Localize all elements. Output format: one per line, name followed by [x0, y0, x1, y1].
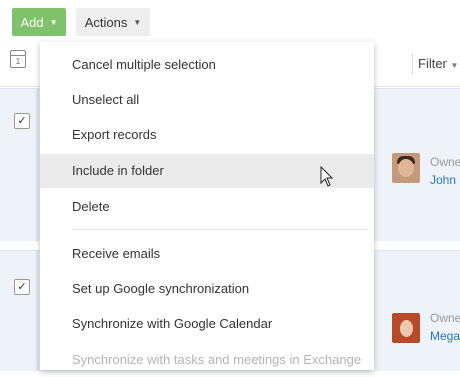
chevron-down-icon: ▼ — [133, 17, 142, 27]
mouse-pointer-icon — [320, 166, 334, 187]
owner-label: Owne — [430, 311, 460, 325]
menu-item-sync-exchange: Synchronize with tasks and meetings in E… — [72, 352, 362, 367]
row-checkbox[interactable]: ✓ — [14, 113, 30, 129]
menu-item-unselect-all[interactable]: Unselect all — [40, 83, 374, 117]
owner-label: Owne — [430, 155, 460, 169]
actions-dropdown-menu: Cancel multiple selection Unselect all E… — [40, 42, 374, 370]
add-button[interactable]: Add ▼ — [12, 8, 66, 36]
chevron-down-icon: ▼ — [450, 61, 459, 70]
avatar — [392, 153, 420, 183]
row-highlight-bar — [36, 251, 39, 371]
add-button-label: Add — [20, 14, 44, 30]
actions-button-label: Actions — [84, 14, 128, 30]
menu-item-sync-google-calendar[interactable]: Synchronize with Google Calendar — [40, 307, 374, 341]
menu-item-cancel-multiple-selection[interactable]: Cancel multiple selection — [40, 48, 374, 82]
owner-name-link[interactable]: Mega — [430, 329, 460, 343]
actions-button[interactable]: Actions ▼ — [76, 8, 150, 36]
filter-button[interactable]: Filter ▼ — [418, 56, 458, 71]
filter-label: Filter — [418, 56, 447, 71]
menu-divider — [72, 229, 368, 230]
menu-item-setup-google-sync[interactable]: Set up Google synchronization — [40, 272, 374, 306]
owner-name-link[interactable]: John — [430, 173, 456, 187]
menu-item-delete[interactable]: Delete — [40, 190, 374, 224]
menu-item-receive-emails[interactable]: Receive emails — [40, 237, 374, 271]
divider — [412, 54, 413, 74]
calendar-icon[interactable]: 1 — [10, 50, 26, 68]
menu-item-export-records[interactable]: Export records — [40, 118, 374, 152]
row-checkbox[interactable]: ✓ — [14, 279, 30, 295]
avatar — [392, 313, 420, 343]
chevron-down-icon: ▼ — [49, 17, 58, 27]
top-toolbar: Add ▼ Actions ▼ — [0, 0, 460, 42]
row-highlight-bar — [36, 89, 39, 241]
